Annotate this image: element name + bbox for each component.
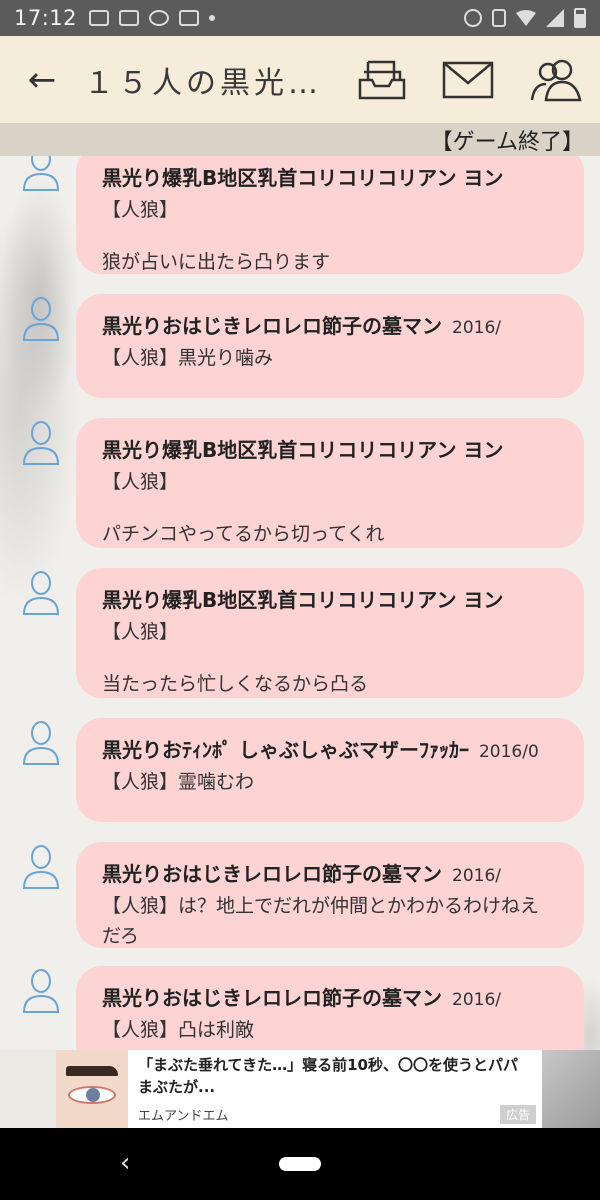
- ad-banner[interactable]: 「まぶた垂れてきた…」寝る前10秒、〇〇を使うとパパまぶたが... エムアンドエ…: [56, 1050, 542, 1128]
- sender-role: 【人狼】: [102, 199, 179, 221]
- game-status-bar: 【ゲーム終了】: [0, 124, 600, 156]
- system-icons: [464, 8, 586, 28]
- user-avatar-icon: [22, 156, 60, 191]
- sender-name: 黒光りおはじきレロレロ節子の墓マン: [102, 862, 442, 886]
- user-avatar-icon: [22, 721, 60, 765]
- user-avatar-icon: [22, 571, 60, 615]
- message-date: 2016/: [452, 866, 501, 886]
- message-bubble: 黒光りおはじきレロレロ節子の墓マン 2016/ 【人狼】凸は利敵: [76, 966, 584, 1050]
- page-title: １５人の黒光…: [84, 65, 320, 101]
- gmail-icon: [179, 10, 200, 26]
- user-avatar-icon: [22, 421, 60, 465]
- system-nav-bar: ‹: [0, 1128, 600, 1200]
- message-bubble: 黒光り爆乳B地区乳首コリコリコリアン ヨン 【人狼】 当たったら忙しくなるから凸…: [76, 568, 584, 698]
- message-text: パチンコやってるから切ってくれ: [102, 523, 385, 545]
- ad-side-right: [542, 1050, 600, 1128]
- message-bubble: 黒光りおﾃｨﾝﾎﾟ しゃぶしゃぶマザーﾌｧｯｶｰ 2016/0 【人狼】霊噛むわ: [76, 718, 584, 822]
- battery-icon: [574, 8, 586, 28]
- sender-role: 【人狼】: [102, 771, 179, 793]
- wifi-badge-icon: [119, 10, 140, 26]
- sender-name: 黒光りおはじきレロレロ節子の墓マン: [102, 314, 442, 338]
- sender-role: 【人狼】: [102, 471, 179, 493]
- gallery-icon: [89, 10, 110, 26]
- alarm-icon: [464, 9, 482, 27]
- status-time: 17:12: [14, 6, 78, 30]
- app-bar: ← １５人の黒光…: [0, 36, 600, 124]
- sender-role: 【人狼】: [102, 1019, 179, 1041]
- message-date: 2016/: [452, 318, 501, 338]
- user-avatar-icon: [22, 845, 60, 889]
- ad-side-left: [0, 1050, 56, 1128]
- message-bubble: 黒光りおはじきレロレロ節子の墓マン 2016/ 【人狼】黒光り噛み: [76, 294, 584, 398]
- status-bar: 17:12: [0, 0, 600, 36]
- iris-graphic: [86, 1088, 100, 1102]
- mail-icon[interactable]: [442, 61, 494, 99]
- user-avatar-icon: [22, 969, 60, 1013]
- message-text: 狼が占いに出たら凸ります: [102, 251, 331, 273]
- ad-text: 「まぶた垂れてきた…」寝る前10秒、〇〇を使うとパパまぶたが... エムアンドエ…: [128, 1050, 542, 1128]
- message-bubble: 黒光りおはじきレロレロ節子の墓マン 2016/ 【人狼】は？地上でだれが仲間とか…: [76, 842, 584, 948]
- message-date: 2016/0: [478, 742, 539, 762]
- sender-name: 黒光りおﾃｨﾝﾎﾟ しゃぶしゃぶマザーﾌｧｯｶｰ: [102, 738, 469, 762]
- sender-name: 黒光り爆乳B地区乳首コリコリコリアン ヨン: [102, 438, 504, 462]
- app-actions: [358, 58, 582, 102]
- ad-advertiser: エムアンドエム: [138, 1109, 229, 1124]
- sender-role: 【人狼】: [102, 347, 179, 369]
- sender-name: 黒光り爆乳B地区乳首コリコリコリアン ヨン: [102, 588, 504, 612]
- ad-image: [56, 1050, 128, 1128]
- wifi-signal-icon: [516, 10, 536, 26]
- user-avatar-icon: [22, 297, 60, 341]
- sender-role: 【人狼】: [102, 895, 179, 917]
- more-notifications-dot: [209, 15, 216, 21]
- ad-headline: 「まぶた垂れてきた…」寝る前10秒、〇〇を使うとパパまぶたが...: [138, 1056, 518, 1096]
- cell-signal-icon: [546, 9, 564, 27]
- home-pill-button[interactable]: [279, 1157, 321, 1171]
- users-icon[interactable]: [530, 58, 582, 102]
- sender-name: 黒光りおはじきレロレロ節子の墓マン: [102, 986, 442, 1010]
- message-bubble: 黒光り爆乳B地区乳首コリコリコリアン ヨン 【人狼】 狼が占いに出たら凸ります: [76, 156, 584, 274]
- eyebrow-graphic: [66, 1066, 118, 1076]
- chat-log[interactable]: 黒光り爆乳B地区乳首コリコリコリアン ヨン 【人狼】 狼が占いに出たら凸ります …: [0, 156, 600, 1050]
- sender-name: 黒光り爆乳B地区乳首コリコリコリアン ヨン: [102, 166, 504, 190]
- nav-back-icon[interactable]: ‹: [120, 1148, 130, 1178]
- sender-role: 【人狼】: [102, 621, 179, 643]
- message-bubble: 黒光り爆乳B地区乳首コリコリコリアン ヨン 【人狼】 パチンコやってるから切って…: [76, 418, 584, 548]
- message-text: 霊噛むわ: [178, 771, 255, 793]
- game-status-label: 【ゲーム終了】: [430, 130, 584, 155]
- message-date: 2016/: [452, 990, 501, 1010]
- back-button[interactable]: ←: [0, 36, 84, 124]
- message-text: 黒光り噛み: [178, 347, 274, 369]
- message-text: 当たったら忙しくなるから凸る: [102, 673, 369, 695]
- arrow-back-icon: ←: [27, 59, 57, 100]
- inbox-icon[interactable]: [358, 58, 406, 102]
- ad-badge: 広告: [499, 1105, 536, 1124]
- notification-icons: [89, 10, 216, 26]
- vpn-icon: [149, 10, 170, 26]
- message-text: 凸は利敵: [178, 1019, 255, 1041]
- vibrate-icon: [492, 9, 506, 27]
